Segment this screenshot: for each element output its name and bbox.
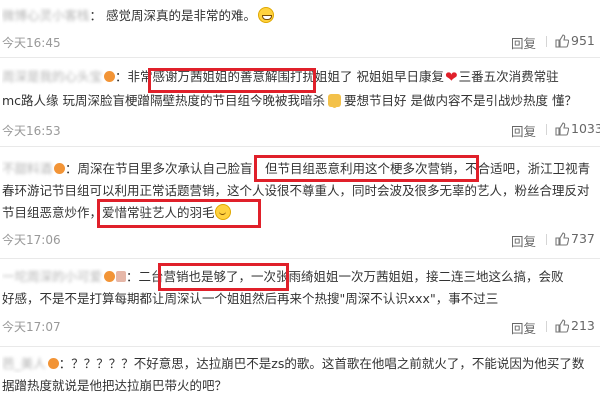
- user-badge-icon: [54, 163, 66, 174]
- thumbs-up-icon: [555, 319, 569, 333]
- user-badge-icon: [104, 71, 116, 82]
- user-badge-icon: [104, 271, 116, 282]
- comment-text: 好感，不是不是打算每期都让周深认一个姐姐然后再来个热搜"周深不认识xxx"，事不…: [2, 291, 499, 306]
- comment-body-line-1: 不甜料酒 ：周深在节目里多次承认自己脸盲，但节目组恶意利用这个梗多次营销，不合适吧…: [2, 160, 600, 178]
- action-divider: [546, 124, 547, 135]
- like-button[interactable]: 737: [555, 231, 595, 246]
- heart-emoji: ❤: [445, 68, 458, 86]
- comment-body-line-2: 据蹭热度就说是他把达拉崩巴带火的吧？: [2, 377, 600, 395]
- thumbs-up-icon: [555, 34, 569, 48]
- comment-body-line-2: 好感，不是不是打算每期都让周深认一个姐姐然后再来个热搜"周深不认识xxx"，事不…: [2, 290, 600, 308]
- thumbs-down-emoji: [328, 94, 342, 108]
- comment-username[interactable]: 芭_美人: [2, 356, 46, 371]
- colon: ：: [89, 8, 103, 23]
- comment-text: 三番五次消费常驻: [458, 69, 559, 84]
- comment-text: 不合适吧，浙江卫视青: [465, 161, 591, 176]
- comment-text: 春环游记节目组可以利用正常话题营销，这个人设很不尊重人，同时会波及很多无辜的艺人…: [2, 183, 590, 198]
- action-divider: [546, 234, 547, 245]
- comment-text: 据蹭热度就说是他把达拉崩巴带火的吧？: [2, 378, 228, 393]
- action-divider: [546, 36, 547, 47]
- like-button[interactable]: 213: [555, 318, 595, 333]
- grin-emoji: [258, 7, 275, 23]
- comment-username[interactable]: 不甜料酒: [2, 161, 52, 176]
- reply-button[interactable]: 回复: [511, 33, 536, 52]
- comment-body-line-1: 周深是我的心头宝 ：非常感谢万茜姐姐的善意解围打扰姐姐了 祝姐姐早日康复❤三番五次…: [2, 68, 600, 86]
- smile-emoji: [214, 204, 231, 220]
- comment-text-highlighted: 爱惜常驻艺人的羽毛: [102, 205, 215, 220]
- comment-text-highlighted: 非常感谢万茜姐姐的善意解围: [127, 69, 291, 84]
- comment-username[interactable]: 微博心灵小客栈: [2, 8, 90, 23]
- comment-item: 一坨周深的小可爱 ：二台营销也是够了，一次张雨绮姐姐一次万茜姐姐，接二连三地这么搞…: [0, 259, 600, 346]
- comment-time: 今天16:45: [2, 36, 61, 50]
- like-button[interactable]: 1033: [555, 121, 600, 136]
- colon: ：: [126, 269, 139, 284]
- comment-body-line-2: mc路人缘 玩周深脸盲梗蹭隔壁热度的节目组今晚被我暗杀 要想节目好 是做内容不是引…: [2, 92, 600, 110]
- comment-item: 周深是我的心头宝 ：非常感谢万茜姐姐的善意解围打扰姐姐了 祝姐姐早日康复❤三番五次…: [0, 58, 600, 146]
- comment-body-line-2: 春环游记节目组可以利用正常话题营销，这个人设很不尊重人，同时会波及很多无辜的艺人…: [2, 182, 600, 200]
- like-count: 1033: [571, 121, 600, 136]
- comment-time: 今天16:53: [2, 124, 61, 138]
- comment-item: 芭_美人 ：？？？？？不好意思，达拉崩巴不是zs的歌。这首歌在他唱之前就火了，不能…: [0, 347, 600, 400]
- reply-button[interactable]: 回复: [511, 318, 536, 337]
- comment-text: 要想节目好 是做内容不是引战炒热度 懂？: [344, 93, 577, 108]
- comment-text: 节目组恶意炒作，: [2, 205, 103, 220]
- reply-button[interactable]: 回复: [511, 121, 536, 140]
- comment-text: mc路人缘 玩周深脸盲梗蹭隔壁热度的节目组今晚被我暗杀: [2, 93, 326, 108]
- comment-text: 打扰姐姐了 祝姐姐早日康复: [290, 69, 445, 84]
- reply-button[interactable]: 回复: [511, 231, 536, 250]
- comment-body-line-3: 节目组恶意炒作，爱惜常驻艺人的羽毛: [2, 204, 600, 222]
- comment-feed: 微博心灵小客栈： 感觉周深真的是非常的难。 今天16:45 回复 951 周深是…: [0, 0, 600, 400]
- colon: ：: [65, 161, 78, 176]
- comment-item: 微博心灵小客栈： 感觉周深真的是非常的难。 今天16:45 回复 951: [0, 0, 600, 56]
- comment-body-line-1: 芭_美人 ：？？？？？不好意思，达拉崩巴不是zs的歌。这首歌在他唱之前就火了，不能…: [2, 355, 600, 373]
- comment-text-highlighted: 二台营销也是够了，: [138, 269, 252, 284]
- like-count: 213: [571, 318, 595, 333]
- comment-username[interactable]: 一坨周深的小可爱: [2, 269, 102, 284]
- comment-text-highlighted: 但节目组恶意利用这个梗多次营销，: [265, 161, 466, 176]
- comment-text: 周深在节目里多次承认自己脸盲，: [77, 161, 266, 176]
- colon: ：: [58, 356, 72, 371]
- comment-body: 微博心灵小客栈： 感觉周深真的是非常的难。: [2, 7, 600, 25]
- comment-body-line-1: 一坨周深的小可爱 ：二台营销也是够了，一次张雨绮姐姐一次万茜姐姐，接二连三地这么搞…: [2, 268, 600, 286]
- thumbs-up-icon: [555, 122, 569, 136]
- comment-time: 今天17:07: [2, 320, 61, 334]
- user-badge-icon: [116, 271, 127, 282]
- thumbs-up-icon: [555, 232, 569, 246]
- comment-text: 感觉周深真的是非常的难。: [106, 8, 257, 23]
- comment-username[interactable]: 周深是我的心头宝: [2, 69, 102, 84]
- like-count: 951: [571, 33, 595, 48]
- comment-text: 一次张雨绮姐姐一次万茜姐姐，接二连三地这么搞，会败: [251, 269, 564, 284]
- action-divider: [546, 321, 547, 332]
- comment-text: ？？？？？不好意思，达拉崩巴不是zs的歌。这首歌在他唱之前就火了，不能说因为他买…: [71, 356, 585, 371]
- like-count: 737: [571, 231, 595, 246]
- comment-item: 不甜料酒 ：周深在节目里多次承认自己脸盲，但节目组恶意利用这个梗多次营销，不合适吧…: [0, 147, 600, 258]
- comment-time: 今天17:06: [2, 233, 61, 247]
- colon: ：: [115, 69, 128, 84]
- like-button[interactable]: 951: [555, 33, 595, 48]
- user-badge-icon: [47, 358, 59, 369]
